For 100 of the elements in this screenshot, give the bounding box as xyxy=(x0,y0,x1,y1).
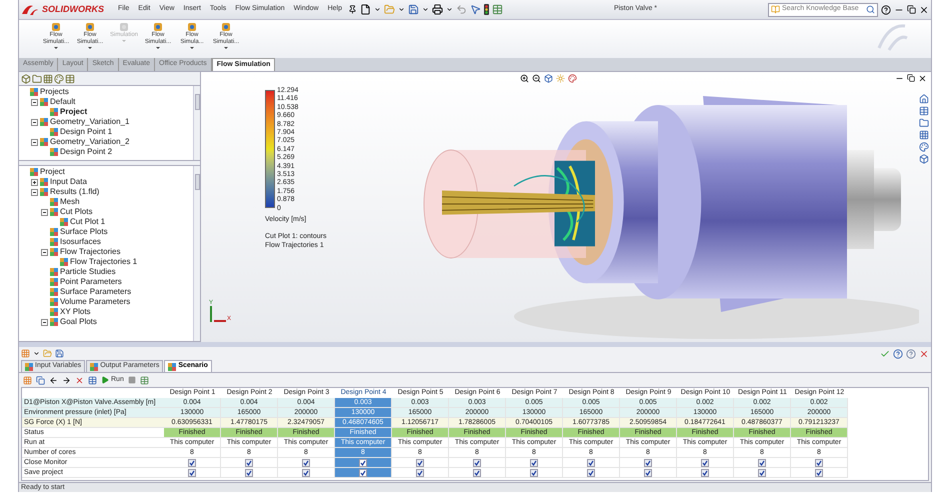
tree-item[interactable]: Isosurfaces xyxy=(60,237,101,247)
tree-item[interactable]: XY Plots xyxy=(60,307,91,317)
tree-item[interactable]: Volume Parameters xyxy=(60,297,130,307)
collapse-icon[interactable] xyxy=(31,118,38,126)
caret-icon[interactable] xyxy=(33,350,40,357)
checkbox[interactable] xyxy=(701,468,709,476)
select-icon[interactable] xyxy=(470,4,481,15)
node-icon xyxy=(50,278,58,286)
traffic-light-icon[interactable] xyxy=(484,4,489,15)
checkbox[interactable] xyxy=(758,458,766,466)
tree-item[interactable]: Project xyxy=(60,107,88,117)
arrow-left-icon[interactable] xyxy=(49,376,58,384)
stop-icon[interactable] xyxy=(128,376,136,384)
checkbox[interactable] xyxy=(302,458,310,466)
tree-item[interactable]: Results (1.fld) xyxy=(50,187,100,197)
expand-icon[interactable] xyxy=(31,178,38,186)
checkbox[interactable] xyxy=(245,458,253,466)
tree-item[interactable]: Surface Parameters xyxy=(60,287,132,297)
checkbox[interactable] xyxy=(245,468,253,476)
panel-tab-icon[interactable] xyxy=(43,74,53,84)
checkbox[interactable] xyxy=(188,458,196,466)
collapse-icon[interactable] xyxy=(41,208,48,216)
zoom-in-icon[interactable] xyxy=(520,74,529,82)
caret-icon[interactable] xyxy=(446,6,453,13)
checkbox[interactable] xyxy=(359,458,367,466)
checkbox[interactable] xyxy=(473,468,481,476)
checkbox[interactable] xyxy=(473,458,481,466)
tree-item[interactable]: Mesh xyxy=(60,197,80,207)
tree-item[interactable]: Flow Trajectories xyxy=(60,247,120,257)
task-pane-icon[interactable] xyxy=(919,106,929,116)
checkbox[interactable] xyxy=(302,468,310,476)
checkbox[interactable] xyxy=(359,468,367,476)
view-cube-icon[interactable] xyxy=(544,74,553,82)
tree-item[interactable]: Cut Plot 1 xyxy=(70,217,106,227)
scrollbar[interactable] xyxy=(193,166,200,341)
tree-item[interactable]: Design Point 1 xyxy=(60,127,112,137)
restore-icon[interactable] xyxy=(906,5,916,14)
collapse-icon[interactable] xyxy=(31,188,38,196)
tree-item[interactable]: Geometry_Variation_2 xyxy=(50,137,130,147)
checkbox[interactable] xyxy=(758,468,766,476)
caret-icon[interactable] xyxy=(398,6,405,13)
scrollbar[interactable] xyxy=(193,86,200,160)
close-icon[interactable] xyxy=(918,4,929,14)
grid-icon[interactable] xyxy=(21,349,30,358)
checkbox[interactable] xyxy=(188,468,196,476)
save-icon[interactable] xyxy=(55,349,64,358)
panel-tab-icon[interactable] xyxy=(65,74,75,84)
checkbox[interactable] xyxy=(815,468,823,476)
close-icon[interactable] xyxy=(918,74,927,82)
panel-tab-icon[interactable] xyxy=(54,74,64,84)
task-pane-icon[interactable] xyxy=(919,94,929,104)
checkbox[interactable] xyxy=(644,458,652,466)
appearance-icon[interactable] xyxy=(568,74,577,82)
task-pane-icon[interactable] xyxy=(919,154,929,164)
zoom-out-icon[interactable] xyxy=(532,74,541,82)
delete-icon[interactable] xyxy=(75,376,84,384)
help-icon[interactable] xyxy=(880,4,891,14)
checkbox[interactable] xyxy=(416,458,424,466)
cancel-icon[interactable] xyxy=(919,348,929,358)
play-icon xyxy=(101,376,109,384)
caret-icon[interactable] xyxy=(374,6,381,13)
caret-icon[interactable] xyxy=(422,6,429,13)
ok-icon[interactable] xyxy=(880,348,890,358)
tree-item[interactable]: Input Data xyxy=(50,177,87,187)
checkbox[interactable] xyxy=(815,458,823,466)
checkbox[interactable] xyxy=(701,458,709,466)
new-document-icon[interactable] xyxy=(360,4,371,15)
tree-item[interactable]: Geometry_Variation_1 xyxy=(50,117,130,127)
tree-item[interactable]: Point Parameters xyxy=(60,277,122,287)
tree-item[interactable]: Project xyxy=(40,167,65,177)
pin-icon[interactable] xyxy=(348,5,357,14)
tree-item[interactable]: Particle Studies xyxy=(60,267,116,277)
tree-item[interactable]: Default xyxy=(50,97,76,107)
print-icon[interactable] xyxy=(432,4,443,15)
tree-item[interactable]: Cut Plots xyxy=(60,207,92,217)
collapse-icon[interactable] xyxy=(41,318,48,326)
restore-icon[interactable] xyxy=(907,74,915,82)
checkbox[interactable] xyxy=(587,468,595,476)
checkbox[interactable] xyxy=(530,468,538,476)
panel-tab-icon[interactable] xyxy=(21,74,31,84)
checkbox[interactable] xyxy=(587,458,595,466)
collapse-icon[interactable] xyxy=(31,138,38,146)
panel-tab-icon[interactable] xyxy=(32,74,42,84)
search-icon[interactable] xyxy=(866,5,875,14)
checkbox[interactable] xyxy=(416,468,424,476)
checkbox[interactable] xyxy=(530,458,538,466)
arrow-right-icon[interactable] xyxy=(62,376,71,384)
tree-item[interactable]: Projects xyxy=(40,87,69,97)
save-icon[interactable] xyxy=(408,4,419,15)
task-pane-icon[interactable] xyxy=(919,118,929,128)
tree-item[interactable]: Flow Trajectories 1 xyxy=(70,257,138,267)
tree-item[interactable]: Goal Plots xyxy=(60,317,97,327)
task-pane-icon[interactable] xyxy=(919,142,929,152)
grid-icon[interactable] xyxy=(23,376,32,384)
collapse-icon[interactable] xyxy=(41,248,48,256)
collapse-icon[interactable] xyxy=(31,98,38,106)
tree-item[interactable]: Design Point 2 xyxy=(60,147,112,157)
checkbox[interactable] xyxy=(644,468,652,476)
tree-item[interactable]: Surface Plots xyxy=(60,227,108,237)
task-pane-icon[interactable] xyxy=(919,130,929,140)
